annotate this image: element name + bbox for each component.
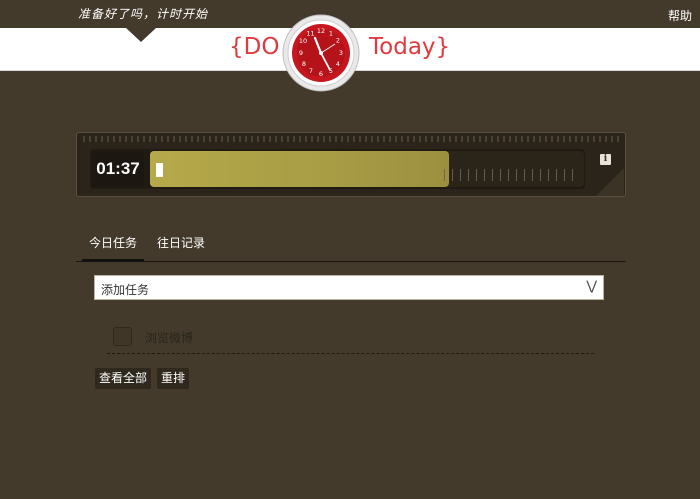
brand-right-text: Today} (369, 34, 451, 60)
tab-history[interactable]: 往日记录 (150, 232, 212, 259)
info-icon[interactable]: i (600, 154, 611, 165)
add-task-select[interactable]: 添加任务 ⋁ (94, 275, 604, 300)
svg-text:8: 8 (302, 60, 306, 68)
svg-text:1: 1 (329, 30, 333, 38)
tab-bar: 今日任务 往日记录 (76, 232, 626, 262)
time-display: 01:37 (92, 151, 144, 187)
svg-text:6: 6 (319, 70, 323, 78)
svg-text:12: 12 (317, 27, 325, 35)
tagline: 准备好了吗，计时开始 (78, 7, 209, 21)
svg-text:9: 9 (299, 49, 303, 57)
help-link[interactable]: 帮助 (668, 7, 692, 24)
view-all-button[interactable]: 查看全部 (95, 368, 152, 389)
add-task-label: 添加任务 (101, 283, 150, 297)
reorder-button[interactable]: 重排 (157, 368, 190, 389)
task-checkbox[interactable] (113, 327, 132, 346)
progress-ticks (444, 169, 574, 181)
svg-text:2: 2 (336, 37, 340, 45)
header-notch (126, 28, 156, 42)
svg-text:7: 7 (309, 67, 313, 75)
task-row: 浏览微博 (107, 324, 594, 354)
svg-text:11: 11 (306, 30, 314, 38)
ruler-top (83, 136, 619, 142)
chevron-down-icon: ⋁ (586, 278, 597, 293)
brand-left-text: {DO (229, 34, 280, 60)
progress-fill (150, 151, 449, 187)
svg-text:3: 3 (339, 49, 343, 57)
progress-cursor (156, 163, 163, 177)
clock-logo-icon: 12 1 2 3 4 5 6 7 8 9 10 11 (282, 14, 360, 92)
tab-today-tasks[interactable]: 今日任务 (82, 232, 145, 262)
svg-text:10: 10 (299, 37, 307, 45)
corner-fold (596, 168, 624, 196)
task-text: 浏览微博 (145, 331, 194, 345)
progress-track[interactable] (150, 151, 584, 187)
svg-text:4: 4 (336, 60, 340, 68)
